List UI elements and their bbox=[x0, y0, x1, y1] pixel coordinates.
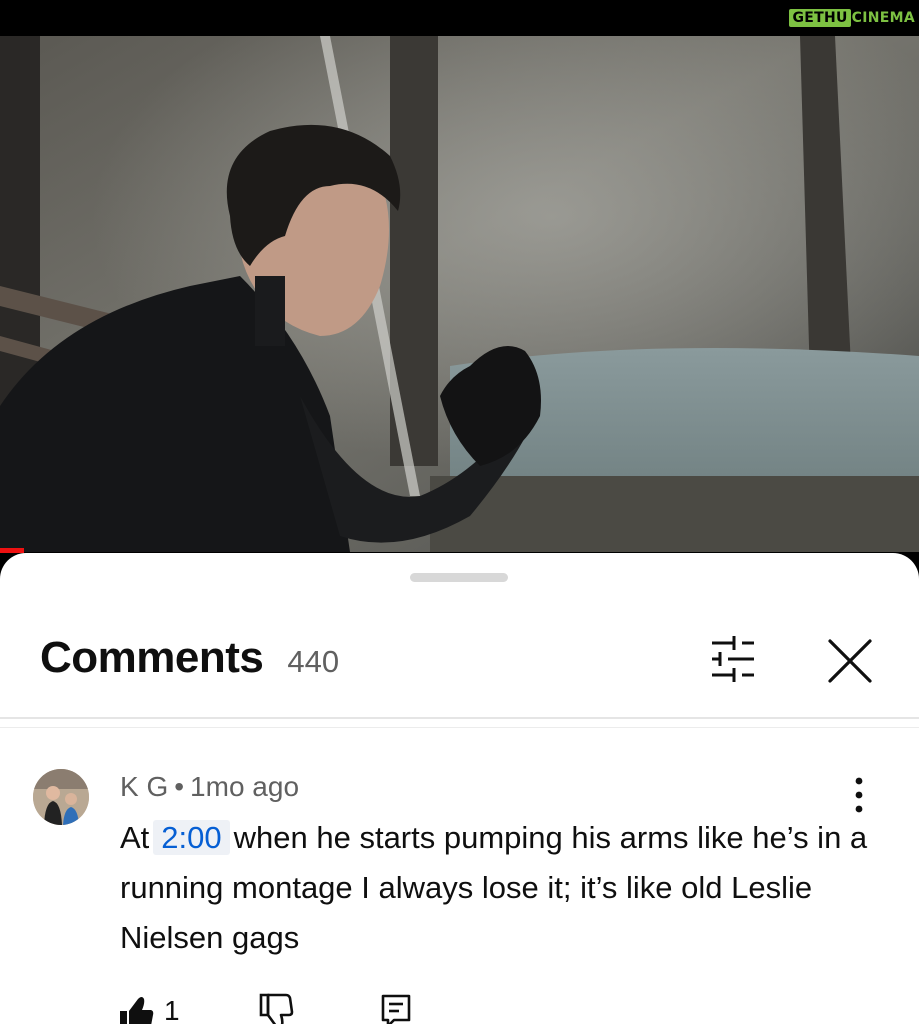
watermark-text: CINEMA bbox=[851, 10, 915, 26]
video-player[interactable] bbox=[0, 36, 919, 552]
avatar-photo bbox=[33, 769, 89, 825]
comment-text-after: when he starts pumping his arms like he’… bbox=[120, 820, 868, 955]
like-count: 1 bbox=[164, 995, 180, 1024]
reply-icon bbox=[381, 994, 411, 1024]
thumbs-up-icon bbox=[120, 997, 154, 1024]
header-divider-secondary bbox=[0, 727, 919, 728]
sliders-icon bbox=[712, 636, 754, 682]
close-button[interactable] bbox=[820, 631, 880, 691]
reply-button[interactable] bbox=[380, 993, 412, 1024]
drag-handle[interactable] bbox=[410, 573, 508, 582]
comments-sheet: Comments 440 K G • 1mo ago At 2:00 when … bbox=[0, 553, 919, 1024]
avatar[interactable] bbox=[33, 769, 89, 825]
comment-text-before: At bbox=[120, 820, 150, 855]
comments-count: 440 bbox=[287, 644, 340, 679]
comment-meta: K G • 1mo ago bbox=[120, 771, 299, 803]
header-divider bbox=[0, 717, 919, 719]
meta-separator: • bbox=[174, 771, 185, 802]
thumbs-down-icon bbox=[259, 993, 294, 1024]
like-button[interactable] bbox=[118, 993, 154, 1024]
watermark-boxed-text: GETHU bbox=[789, 9, 851, 27]
top-black-bar: GETHU CINEMA bbox=[0, 0, 919, 36]
dislike-button[interactable] bbox=[258, 993, 294, 1024]
timestamp-link[interactable]: 2:00 bbox=[153, 820, 230, 855]
comments-header: Comments 440 bbox=[40, 633, 339, 683]
filter-button[interactable] bbox=[704, 631, 760, 687]
comment-age: 1mo ago bbox=[190, 771, 300, 802]
more-options-button[interactable] bbox=[848, 773, 870, 817]
comments-title: Comments bbox=[40, 633, 264, 682]
comment-actions: 1 bbox=[118, 993, 411, 1024]
video-progress-played[interactable] bbox=[0, 548, 24, 553]
comment-text: At 2:00 when he starts pumping his arms li… bbox=[120, 813, 880, 963]
more-vertical-icon bbox=[855, 777, 863, 813]
channel-watermark: GETHU CINEMA bbox=[789, 8, 915, 28]
comment-author[interactable]: K G bbox=[120, 771, 168, 802]
close-icon bbox=[828, 639, 872, 683]
video-frame bbox=[0, 36, 919, 552]
